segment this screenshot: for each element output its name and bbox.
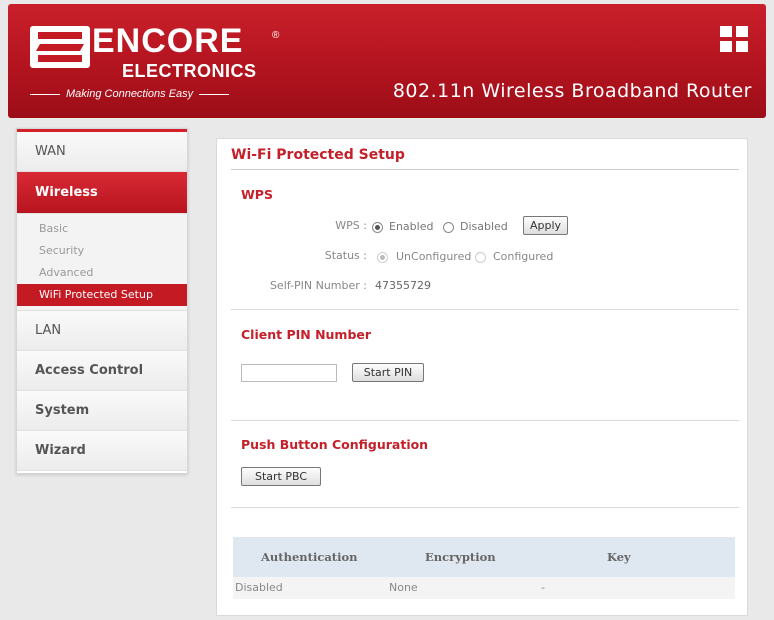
sidebar-item-wireless[interactable]: Wireless [17, 172, 187, 214]
submenu-item-advanced[interactable]: Advanced [17, 262, 187, 284]
wps-label: WPS : [335, 219, 367, 232]
column-header-key: Key [607, 550, 631, 564]
logo-mark-icon [30, 26, 90, 68]
submenu-item-security[interactable]: Security [17, 240, 187, 262]
start-pbc-button[interactable]: Start PBC [241, 467, 321, 486]
sidebar-item-access-control[interactable]: Access Control [17, 351, 187, 391]
submenu-item-basic[interactable]: Basic [17, 218, 187, 240]
tagline: Making Connections Easy [30, 88, 230, 100]
title-divider [231, 169, 739, 170]
self-pin-label: Self-PIN Number : [269, 279, 367, 292]
section-title-wps: WPS [241, 187, 273, 202]
sidebar-item-lan[interactable]: LAN [17, 311, 187, 351]
grid-icon [720, 26, 750, 54]
brand-registered-mark: ® [272, 30, 280, 41]
table-row: Disabled None - [233, 577, 735, 599]
divider-1 [231, 309, 739, 310]
header-banner: ENCORE ® ELECTRONICS Making Connections … [8, 4, 766, 118]
brand-name: ENCORE [92, 22, 244, 60]
wps-disabled-radio[interactable] [443, 222, 454, 233]
wps-info-table-header: Authentication Encryption Key [233, 537, 735, 577]
cell-encryption: None [389, 581, 418, 594]
page-title: Wi-Fi Protected Setup [231, 147, 405, 163]
apply-button[interactable]: Apply [523, 216, 569, 235]
wireless-submenu: Basic Security Advanced WiFi Protected S… [17, 214, 187, 311]
section-title-pbc: Push Button Configuration [241, 437, 429, 452]
status-configured-label: Configured [493, 250, 554, 263]
wps-enabled-radio[interactable] [372, 222, 383, 233]
wps-enabled-label: Enabled [389, 220, 434, 233]
sidebar-nav: WAN Wireless Basic Security Advanced WiF… [16, 128, 188, 474]
submenu-item-wifi-protected-setup[interactable]: WiFi Protected Setup [17, 284, 187, 306]
status-label: Status : [324, 249, 367, 262]
divider-2 [231, 420, 739, 421]
tagline-text: Making Connections Easy [66, 88, 194, 100]
cell-key: - [541, 581, 545, 594]
client-pin-input[interactable] [241, 364, 337, 382]
main-panel: Wi-Fi Protected Setup WPS WPS : Enabled … [216, 138, 748, 616]
sidebar-item-wan[interactable]: WAN [17, 132, 187, 172]
start-pin-button[interactable]: Start PIN [352, 363, 424, 382]
status-unconfigured-label: UnConfigured [396, 250, 472, 263]
sidebar-item-wizard[interactable]: Wizard [17, 431, 187, 471]
product-title: 802.11n Wireless Broadband Router [392, 80, 752, 102]
status-configured-radio [475, 252, 486, 263]
brand-subtitle: ELECTRONICS [122, 61, 257, 81]
column-header-authentication: Authentication [261, 550, 358, 564]
cell-authentication: Disabled [235, 581, 283, 594]
wps-disabled-label: Disabled [460, 220, 508, 233]
section-title-client-pin: Client PIN Number [241, 327, 372, 342]
sidebar-item-system[interactable]: System [17, 391, 187, 431]
self-pin-value: 47355729 [375, 279, 431, 292]
divider-3 [231, 507, 739, 508]
column-header-encryption: Encryption [425, 550, 496, 564]
status-unconfigured-radio [377, 252, 388, 263]
encore-logo: ENCORE ® ELECTRONICS [22, 16, 279, 81]
